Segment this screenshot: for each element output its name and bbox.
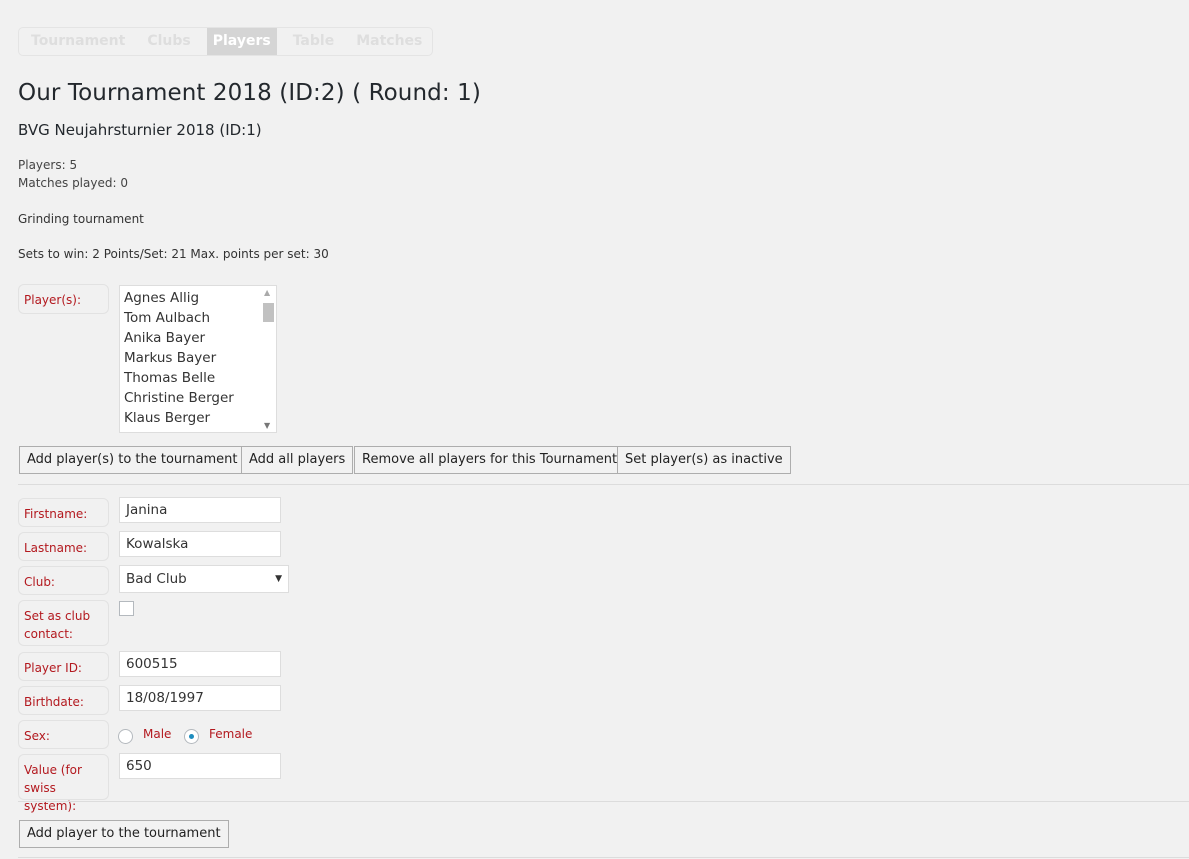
club-select[interactable]: Bad Club ▼: [119, 565, 289, 593]
tournament-rules: Sets to win: 2 Points/Set: 21 Max. point…: [18, 247, 329, 261]
lastname-input[interactable]: Kowalska: [119, 531, 281, 557]
list-item[interactable]: Christine Berger: [120, 388, 234, 408]
listbox-scrollbar[interactable]: ▲ ▼: [260, 286, 276, 432]
club-contact-checkbox[interactable]: [119, 601, 134, 616]
set-inactive-button[interactable]: Set player(s) as inactive: [617, 446, 791, 474]
tab-clubs[interactable]: Clubs: [141, 28, 196, 55]
list-item[interactable]: Markus Bayer: [120, 348, 234, 368]
player-id-label: Player ID:: [18, 652, 109, 681]
player-id-input[interactable]: 600515: [119, 651, 281, 677]
player-listbox[interactable]: Agnes Allig Tom Aulbach Anika Bayer Mark…: [119, 285, 277, 433]
page-title: Our Tournament 2018 (ID:2) ( Round: 1): [18, 80, 481, 106]
add-all-players-button[interactable]: Add all players: [241, 446, 354, 474]
list-item[interactable]: Anika Bayer: [120, 328, 234, 348]
birthdate-label: Birthdate:: [18, 686, 109, 715]
players-count: Players: 5: [18, 158, 78, 172]
scroll-up-icon[interactable]: ▲: [264, 288, 270, 297]
birthdate-input[interactable]: 18/08/1997: [119, 685, 281, 711]
swiss-value-input[interactable]: 650: [119, 753, 281, 779]
tab-table[interactable]: Table: [287, 28, 341, 55]
remove-all-players-button[interactable]: Remove all players for this Tournament: [354, 446, 626, 474]
tournament-mode: Grinding tournament: [18, 212, 144, 226]
chevron-down-icon: ▼: [275, 574, 282, 584]
firstname-input[interactable]: Janina: [119, 497, 281, 523]
firstname-label: Firstname:: [18, 498, 109, 527]
sex-female-label[interactable]: Female: [209, 727, 252, 741]
sex-male-label[interactable]: Male: [143, 727, 171, 741]
matches-played: Matches played: 0: [18, 176, 128, 190]
swiss-value-label: Value (for swiss system):: [18, 754, 109, 813]
scrollbar-thumb[interactable]: [263, 303, 274, 322]
list-item[interactable]: Timo Billi: [120, 428, 234, 432]
sex-label: Sex:: [18, 720, 109, 749]
player-select-label: Player(s):: [18, 284, 109, 314]
divider: [18, 801, 1189, 802]
tab-tournament[interactable]: Tournament: [25, 28, 131, 55]
list-item[interactable]: Tom Aulbach: [120, 308, 234, 328]
list-item[interactable]: Thomas Belle: [120, 368, 234, 388]
list-item[interactable]: Agnes Allig: [120, 288, 234, 308]
list-item[interactable]: Klaus Berger: [120, 408, 234, 428]
tab-matches[interactable]: Matches: [350, 28, 428, 55]
divider: [18, 857, 1189, 858]
club-select-value: Bad Club: [126, 571, 187, 587]
lastname-label: Lastname:: [18, 532, 109, 561]
club-contact-label: Set as club contact:: [18, 600, 109, 646]
add-selected-players-button[interactable]: Add player(s) to the tournament: [19, 446, 246, 474]
page-subtitle: BVG Neujahrsturnier 2018 (ID:1): [18, 121, 262, 139]
club-label: Club:: [18, 566, 109, 595]
divider: [18, 484, 1189, 485]
scroll-down-icon[interactable]: ▼: [264, 421, 270, 430]
sex-female-radio[interactable]: [184, 729, 199, 744]
tab-players[interactable]: Players: [206, 28, 277, 55]
add-player-button[interactable]: Add player to the tournament: [19, 820, 229, 848]
sex-male-radio[interactable]: [118, 729, 133, 744]
tab-navigation: Tournament Clubs Players Table Matches: [18, 27, 433, 56]
